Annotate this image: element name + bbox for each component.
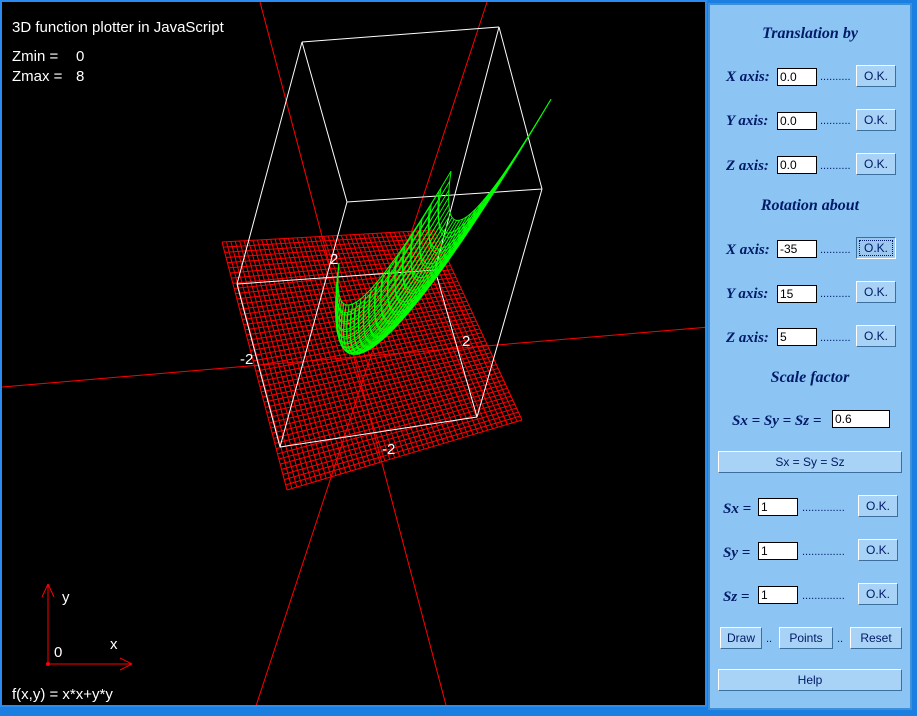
rotation-x-input[interactable]: -35 <box>777 240 817 258</box>
sxyz-button[interactable]: Sx = Sy = Sz <box>718 451 902 473</box>
local-x-arrow <box>119 657 133 665</box>
zmax-value: 8 <box>76 68 85 85</box>
sxyz-label: Sx = Sy = Sz = <box>732 413 822 429</box>
draw-button[interactable]: Draw <box>720 627 762 649</box>
translation-y-label: Y axis: <box>726 113 769 129</box>
sy-input[interactable]: 1 <box>758 542 798 560</box>
zmax-label: Zmax = <box>12 68 63 85</box>
box-edge <box>476 188 543 418</box>
axis-label-x: x <box>110 636 118 653</box>
sx-input[interactable]: 1 <box>758 498 798 516</box>
box-edge <box>301 26 500 43</box>
local-y-arrow <box>47 583 55 598</box>
dots: .......... <box>820 244 851 256</box>
scale-header: Scale factor <box>770 369 850 386</box>
local-origin-dot <box>46 662 50 666</box>
surface-line <box>437 98 552 234</box>
translation-x-label: X axis: <box>726 69 770 85</box>
rotation-z-ok-button[interactable]: O.K. <box>856 325 896 347</box>
translation-z-label: Z axis: <box>726 158 769 174</box>
rotation-y-ok-button[interactable]: O.K. <box>856 281 896 303</box>
sz-input[interactable]: 1 <box>758 586 798 604</box>
rotation-y-input[interactable]: 15 <box>777 285 817 303</box>
rotation-x-ok-button[interactable]: O.K. <box>856 237 896 259</box>
dots: .. <box>766 633 773 645</box>
translation-x-ok-button[interactable]: O.K. <box>856 65 896 87</box>
axis-label-y: y <box>62 589 70 606</box>
plot-canvas: 3D function plotter in JavaScript Zmin =… <box>0 0 707 707</box>
grid-line <box>269 368 499 424</box>
translation-z-ok-button[interactable]: O.K. <box>856 153 896 175</box>
control-panel: Translation by X axis: 0.0 .......... O.… <box>708 3 912 710</box>
plot-drawing <box>2 2 705 705</box>
rotation-header: Rotation about <box>760 197 860 214</box>
sxyz-input[interactable]: 0.6 <box>832 410 890 428</box>
box-edge <box>498 26 543 190</box>
tick-label-z: 2 <box>330 251 339 268</box>
surface-line <box>419 146 523 269</box>
function-label: f(x,y) = x*x+y*y <box>12 686 113 703</box>
translation-header: Translation by <box>762 25 858 42</box>
tick-label-x-left: -2 <box>240 351 254 368</box>
grid-line <box>261 344 488 393</box>
local-y-arrow <box>41 583 49 598</box>
help-button[interactable]: Help <box>718 669 902 691</box>
origin-label: 0 <box>54 644 63 661</box>
grid-line <box>274 383 506 444</box>
tick-label-y-right: 2 <box>462 333 471 350</box>
dots: .......... <box>820 71 851 83</box>
sz-label: Sz = <box>723 589 750 605</box>
zmin-value: 0 <box>76 48 85 65</box>
translation-z-input[interactable]: 0.0 <box>777 156 817 174</box>
sz-ok-button[interactable]: O.K. <box>858 583 898 605</box>
sy-label: Sy = <box>723 545 751 561</box>
rotation-z-input[interactable]: 5 <box>777 328 817 346</box>
function-surface <box>335 98 552 355</box>
sx-label: Sx = <box>723 501 752 517</box>
grid-line <box>284 411 519 481</box>
sx-ok-button[interactable]: O.K. <box>858 495 898 517</box>
rotation-x-label: X axis: <box>726 242 770 258</box>
plot-title: 3D function plotter in JavaScript <box>12 19 224 36</box>
base-grid <box>221 229 523 491</box>
dots: .......... <box>820 115 851 127</box>
dots: .............. <box>802 546 845 558</box>
zmin-label: Zmin = <box>12 48 59 65</box>
dots: .............. <box>802 502 845 514</box>
reset-button[interactable]: Reset <box>850 627 902 649</box>
tick-label-bottom: -2 <box>382 441 396 458</box>
rotation-y-label: Y axis: <box>726 286 769 302</box>
grid-line <box>281 403 515 470</box>
sy-ok-button[interactable]: O.K. <box>858 539 898 561</box>
dots: .......... <box>820 160 851 172</box>
rotation-z-label: Z axis: <box>726 330 769 346</box>
dots: .. <box>837 633 844 645</box>
translation-x-input[interactable]: 0.0 <box>777 68 817 86</box>
dots: .............. <box>802 590 845 602</box>
box-edge <box>346 188 543 203</box>
points-button[interactable]: Points <box>779 627 833 649</box>
box-edge <box>301 41 348 203</box>
dots: .......... <box>820 332 851 344</box>
local-x-arrow <box>119 663 133 671</box>
translation-y-ok-button[interactable]: O.K. <box>856 109 896 131</box>
translation-y-input[interactable]: 0.0 <box>777 112 817 130</box>
dots: .......... <box>820 288 851 300</box>
